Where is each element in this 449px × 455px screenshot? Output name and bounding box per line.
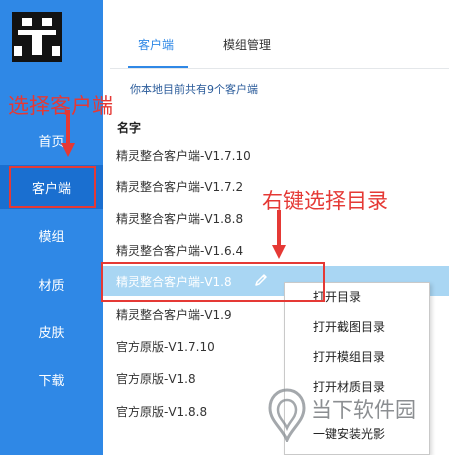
client-name: 精灵整合客户端-V1.6.4 — [116, 244, 244, 258]
sidebar-item-textures[interactable]: 材质 — [0, 262, 103, 306]
watermark-logo-icon — [268, 388, 306, 442]
client-name: 官方原版-V1.8.8 — [116, 405, 208, 419]
sidebar: 首页 客户端 模组 材质 皮肤 下载 — [0, 0, 103, 455]
tab-divider — [110, 68, 449, 69]
column-header-name: 名字 — [117, 121, 142, 135]
avatar[interactable] — [12, 12, 62, 62]
list-item[interactable]: 精灵整合客户端-V1.7.10 — [103, 140, 449, 170]
watermark-text: 当下软件园 — [311, 398, 416, 422]
tab-mod-management[interactable]: 模组管理 — [223, 36, 271, 53]
avatar-tooth-left — [14, 46, 22, 56]
avatar-mouth — [32, 35, 42, 55]
client-name: 精灵整合客户端-V1.8.8 — [116, 212, 244, 226]
sidebar-item-download[interactable]: 下载 — [0, 357, 103, 401]
menu-item-open-mods-folder[interactable]: 打开模组目录 — [313, 348, 385, 365]
client-name: 官方原版-V1.8 — [116, 372, 196, 386]
arrow-down-icon — [61, 110, 75, 157]
menu-item-open-screenshot-folder[interactable]: 打开截图目录 — [313, 318, 385, 335]
tab-clients[interactable]: 客户端 — [138, 36, 174, 53]
client-count-text: 你本地目前共有9个客户端 — [130, 83, 258, 96]
highlight-box-selected-row — [101, 262, 325, 302]
avatar-eye-right — [42, 18, 52, 26]
client-name: 精灵整合客户端-V1.9 — [116, 308, 232, 322]
arrow-down-icon — [272, 210, 286, 259]
watermark: 当下软件园 — [265, 388, 449, 450]
client-name: 精灵整合客户端-V1.7.10 — [116, 149, 251, 163]
highlight-box-clients — [9, 166, 96, 208]
sidebar-item-home[interactable]: 首页 — [0, 118, 103, 162]
client-name: 精灵整合客户端-V1.7.2 — [116, 180, 244, 194]
avatar-eye-left — [22, 18, 32, 26]
sidebar-item-skins[interactable]: 皮肤 — [0, 309, 103, 353]
sidebar-item-mods[interactable]: 模组 — [0, 213, 103, 257]
client-name: 官方原版-V1.7.10 — [116, 340, 215, 354]
avatar-tooth-right — [52, 46, 60, 56]
